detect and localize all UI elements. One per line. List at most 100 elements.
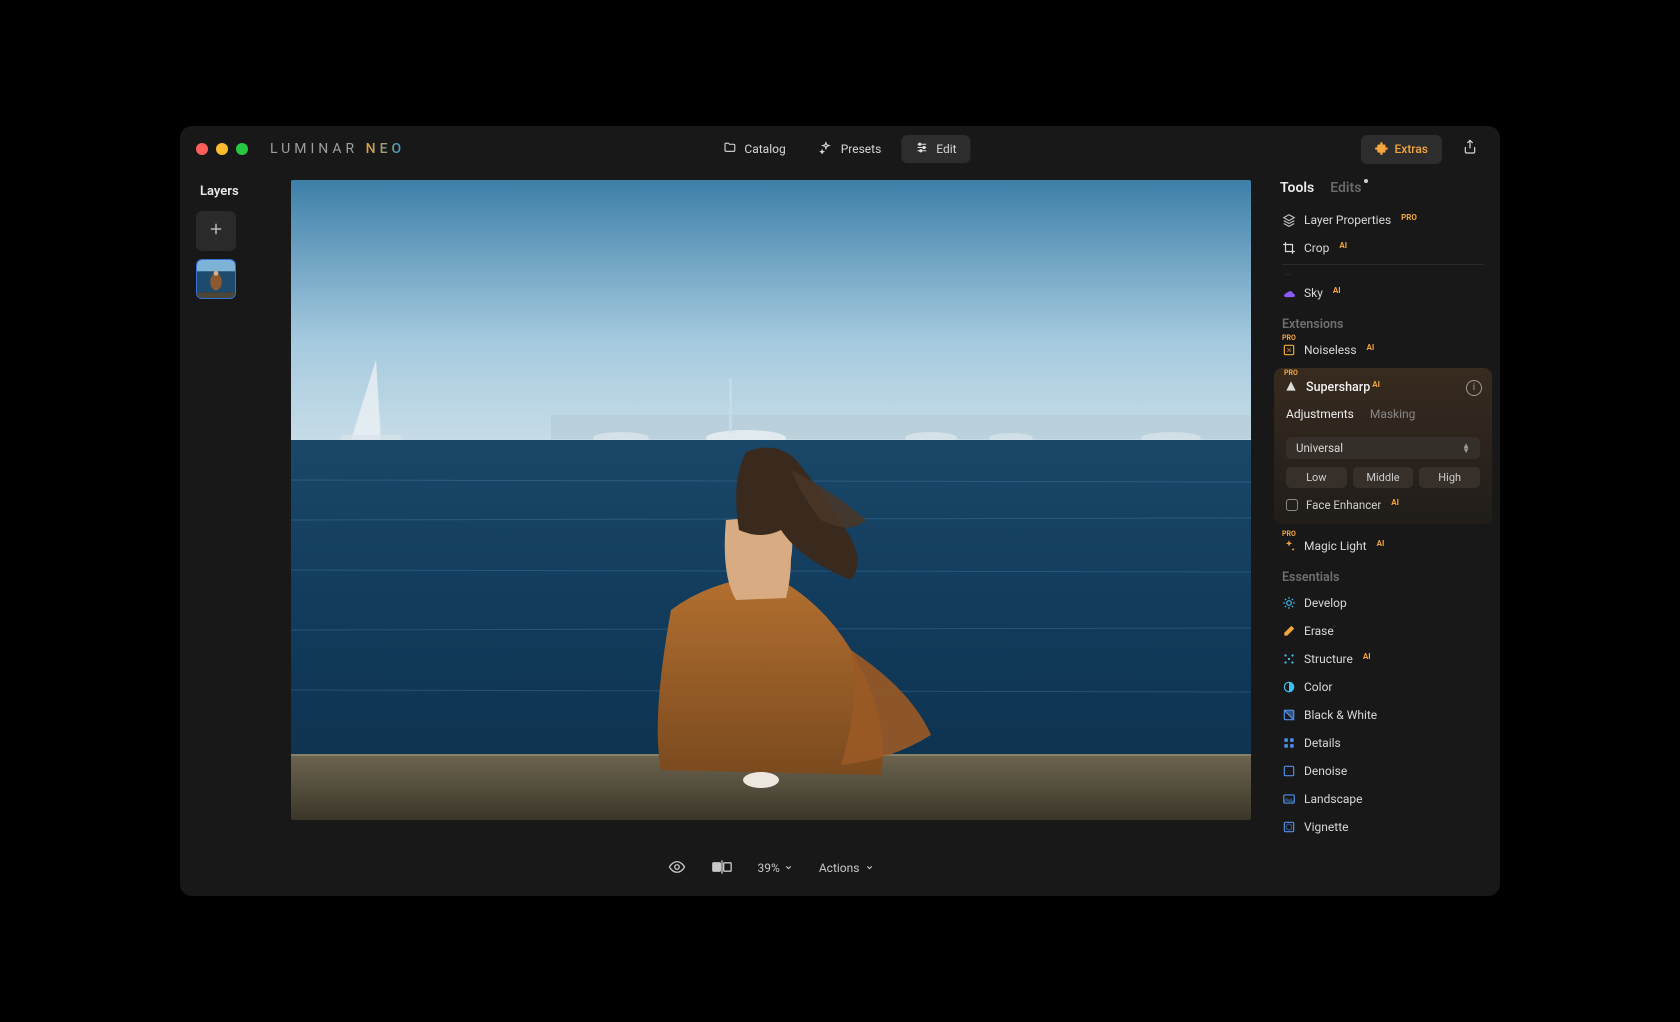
subtab-masking-label: Masking bbox=[1370, 407, 1416, 421]
tool-details[interactable]: Details bbox=[1274, 729, 1492, 757]
tool-enhance-truncated[interactable] bbox=[1274, 267, 1492, 279]
face-enhancer-checkbox[interactable]: Face Enhancer AI bbox=[1286, 498, 1480, 512]
canvas-area: 39% Actions bbox=[276, 172, 1266, 896]
preview-toggle-button[interactable] bbox=[668, 858, 686, 879]
tool-vignette[interactable]: Vignette bbox=[1274, 813, 1492, 841]
sparkle-icon bbox=[1282, 267, 1294, 279]
nav-presets-button[interactable]: Presets bbox=[806, 135, 896, 163]
layers-icon bbox=[1282, 213, 1296, 227]
tool-color[interactable]: Color bbox=[1274, 673, 1492, 701]
folder-icon bbox=[723, 141, 736, 157]
main-body: Layers bbox=[180, 172, 1500, 896]
denoise-icon bbox=[1282, 764, 1296, 778]
logo-text-sub: NEO bbox=[366, 141, 406, 157]
sliders-icon bbox=[915, 141, 928, 157]
zoom-control[interactable]: 39% bbox=[758, 861, 793, 875]
tool-denoise-label: Denoise bbox=[1304, 764, 1347, 778]
tool-supersharp-panel: PRO Supersharp AI i Adjustmen bbox=[1274, 368, 1492, 524]
panel-tabs: Tools Edits bbox=[1266, 172, 1500, 202]
chevron-down-icon bbox=[865, 861, 874, 875]
supersharp-header[interactable]: PRO Supersharp AI i bbox=[1274, 368, 1492, 407]
magic-light-icon: PRO bbox=[1282, 539, 1296, 553]
tool-sky[interactable]: Sky AI bbox=[1274, 279, 1492, 307]
share-icon bbox=[1462, 139, 1478, 159]
tab-tools[interactable]: Tools bbox=[1280, 180, 1314, 196]
left-sidebar: Layers bbox=[180, 172, 276, 896]
tool-denoise[interactable]: Denoise bbox=[1274, 757, 1492, 785]
tool-erase[interactable]: Erase bbox=[1274, 617, 1492, 645]
subtab-adjustments[interactable]: Adjustments bbox=[1286, 407, 1354, 423]
compare-button[interactable] bbox=[712, 860, 732, 877]
tool-develop[interactable]: Develop bbox=[1274, 589, 1492, 617]
minimize-window-button[interactable] bbox=[216, 143, 228, 155]
develop-icon bbox=[1282, 596, 1296, 610]
app-logo: LUMINAR NEO bbox=[270, 141, 405, 157]
canvas-viewport[interactable] bbox=[276, 180, 1266, 840]
level-high-button[interactable]: High bbox=[1419, 467, 1480, 488]
tool-bw-label: Black & White bbox=[1304, 708, 1377, 722]
level-middle-button[interactable]: Middle bbox=[1353, 467, 1414, 488]
tool-crop[interactable]: Crop AI bbox=[1274, 234, 1492, 262]
share-button[interactable] bbox=[1456, 135, 1484, 163]
section-extensions: Extensions bbox=[1274, 307, 1492, 336]
eye-icon bbox=[668, 858, 686, 879]
section-essentials: Essentials bbox=[1274, 560, 1492, 589]
tool-magic-light[interactable]: PRO Magic Light AI bbox=[1274, 532, 1492, 560]
close-window-button[interactable] bbox=[196, 143, 208, 155]
extras-label: Extras bbox=[1395, 142, 1429, 156]
ai-badge: AI bbox=[1391, 498, 1399, 507]
bw-icon bbox=[1282, 708, 1296, 722]
tool-landscape[interactable]: Landscape bbox=[1274, 785, 1492, 813]
crop-icon bbox=[1282, 241, 1296, 255]
erase-icon bbox=[1282, 624, 1296, 638]
select-chevron-icon: ▲▼ bbox=[1462, 443, 1470, 453]
tool-magic-light-label: Magic Light bbox=[1304, 539, 1367, 553]
sparkle-icon bbox=[820, 141, 833, 157]
level-low-button[interactable]: Low bbox=[1286, 467, 1347, 488]
actions-button[interactable]: Actions bbox=[819, 861, 875, 875]
nav-catalog-button[interactable]: Catalog bbox=[709, 135, 799, 163]
ai-badge: AI bbox=[1339, 241, 1347, 250]
edits-indicator-dot bbox=[1364, 179, 1368, 183]
tool-noiseless[interactable]: PRO Noiseless AI bbox=[1274, 336, 1492, 364]
divider bbox=[1282, 264, 1484, 265]
subtab-masking[interactable]: Masking bbox=[1370, 407, 1416, 423]
cloud-icon bbox=[1282, 286, 1296, 300]
photo-canvas[interactable] bbox=[291, 180, 1251, 820]
supersharp-preset-value: Universal bbox=[1296, 441, 1343, 455]
tab-edits[interactable]: Edits bbox=[1330, 180, 1361, 196]
tool-crop-label: Crop bbox=[1304, 241, 1329, 255]
ai-badge: AI bbox=[1367, 343, 1375, 352]
subtab-adjustments-label: Adjustments bbox=[1286, 407, 1354, 421]
info-button[interactable]: i bbox=[1466, 380, 1482, 396]
titlebar-right: Extras bbox=[1361, 135, 1485, 164]
supersharp-subtabs: Adjustments Masking bbox=[1274, 407, 1492, 431]
tab-edits-label: Edits bbox=[1330, 180, 1361, 196]
tool-layer-properties[interactable]: Layer Properties PRO bbox=[1274, 206, 1492, 234]
layer-thumbnail[interactable] bbox=[196, 259, 236, 299]
tool-structure-label: Structure bbox=[1304, 652, 1353, 666]
tool-erase-label: Erase bbox=[1304, 624, 1334, 638]
maximize-window-button[interactable] bbox=[236, 143, 248, 155]
supersharp-label: Supersharp bbox=[1306, 380, 1370, 395]
structure-icon bbox=[1282, 652, 1296, 666]
nav-edit-button[interactable]: Edit bbox=[901, 135, 970, 163]
tools-scroller[interactable]: Sky AI Extensions PRO Noiseless AI bbox=[1266, 267, 1500, 896]
chevron-down-icon bbox=[784, 861, 793, 875]
tool-landscape-label: Landscape bbox=[1304, 792, 1363, 806]
window-controls bbox=[196, 143, 248, 155]
actions-label: Actions bbox=[819, 861, 860, 875]
supersharp-preset-select[interactable]: Universal ▲▼ bbox=[1286, 437, 1480, 459]
supersharp-body: Universal ▲▼ Low Middle High Face Enhanc… bbox=[1274, 431, 1492, 524]
noiseless-icon: PRO bbox=[1282, 343, 1296, 357]
vignette-icon bbox=[1282, 820, 1296, 834]
pro-badge: PRO bbox=[1401, 213, 1417, 222]
tool-bw[interactable]: Black & White bbox=[1274, 701, 1492, 729]
supersharp-icon: PRO bbox=[1284, 378, 1298, 397]
ai-badge: AI bbox=[1333, 286, 1341, 295]
extras-button[interactable]: Extras bbox=[1361, 135, 1443, 164]
tab-tools-label: Tools bbox=[1280, 180, 1314, 196]
logo-text-main: LUMINAR bbox=[270, 141, 358, 157]
tool-structure[interactable]: Structure AI bbox=[1274, 645, 1492, 673]
add-layer-button[interactable] bbox=[196, 211, 236, 251]
